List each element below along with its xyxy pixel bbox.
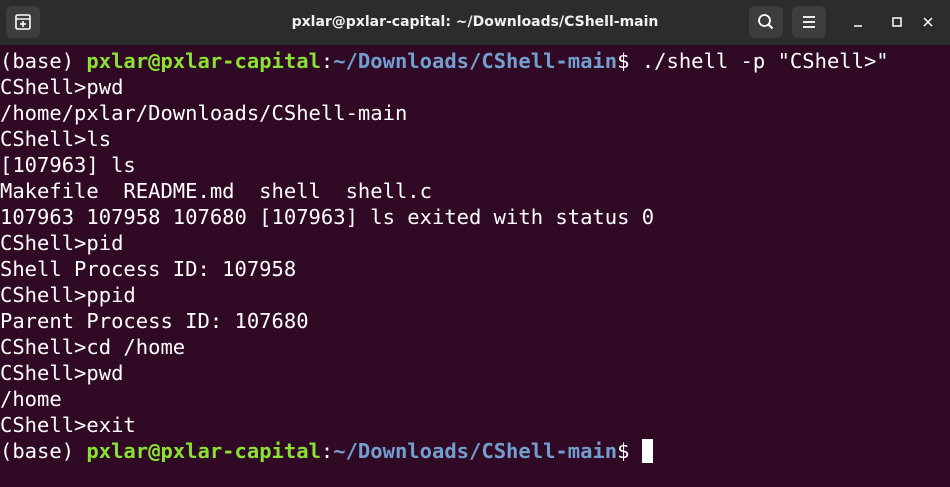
prompt-dollar: $: [617, 49, 642, 73]
output-line: Parent Process ID: 107680: [0, 309, 309, 333]
menu-button[interactable]: [792, 6, 826, 38]
conda-env: (base): [0, 49, 87, 73]
output-line: /home: [0, 387, 62, 411]
prompt-user-host: pxlar@pxlar-capital: [86, 49, 321, 73]
output-line: CShell>cd /home: [0, 335, 186, 359]
prompt-colon: :: [320, 439, 334, 463]
output-line: Makefile README.md shell shell.c: [0, 179, 432, 203]
minimize-button[interactable]: [844, 8, 872, 36]
close-icon: [923, 17, 933, 27]
prompt-line: (base) pxlar@pxlar-capital:~/Downloads/C…: [0, 438, 653, 464]
output-line: CShell>pwd: [0, 361, 124, 385]
output-line: CShell>ls: [0, 127, 112, 151]
output-line: CShell>exit: [0, 413, 136, 437]
text-cursor[interactable]: [641, 439, 653, 463]
output-line: /home/pxlar/Downloads/CShell-main: [0, 101, 408, 125]
close-button[interactable]: [914, 8, 942, 36]
output-line: 107963 107958 107680 [107963] ls exited …: [0, 205, 655, 229]
hamburger-menu-icon: [803, 16, 815, 28]
maximize-button[interactable]: [883, 8, 911, 36]
search-button[interactable]: [749, 6, 783, 38]
prompt-path: ~/Downloads/CShell-main: [333, 49, 618, 73]
command-text: ./shell -p "CShell>": [641, 49, 889, 73]
prompt-path: ~/Downloads/CShell-main: [333, 439, 618, 463]
search-icon: [758, 14, 774, 30]
prompt-colon: :: [320, 49, 334, 73]
title-bar[interactable]: pxlar@pxlar-capital: ~/Downloads/CShell-…: [0, 0, 950, 45]
prompt-dollar: $: [617, 439, 642, 463]
conda-env: (base): [0, 439, 87, 463]
prompt-line: (base) pxlar@pxlar-capital:~/Downloads/C…: [0, 48, 889, 74]
output-line: [107963] ls: [0, 153, 136, 177]
terminal-window: pxlar@pxlar-capital: ~/Downloads/CShell-…: [0, 0, 950, 487]
terminal-output[interactable]: (base) pxlar@pxlar-capital:~/Downloads/C…: [0, 45, 950, 487]
prompt-user-host: pxlar@pxlar-capital: [86, 439, 321, 463]
output-line: CShell>ppid: [0, 283, 136, 307]
output-line: CShell>pid: [0, 231, 124, 255]
maximize-icon: [892, 17, 902, 27]
minimize-icon: [854, 25, 862, 27]
output-line: CShell>pwd: [0, 75, 124, 99]
output-line: Shell Process ID: 107958: [0, 257, 297, 281]
